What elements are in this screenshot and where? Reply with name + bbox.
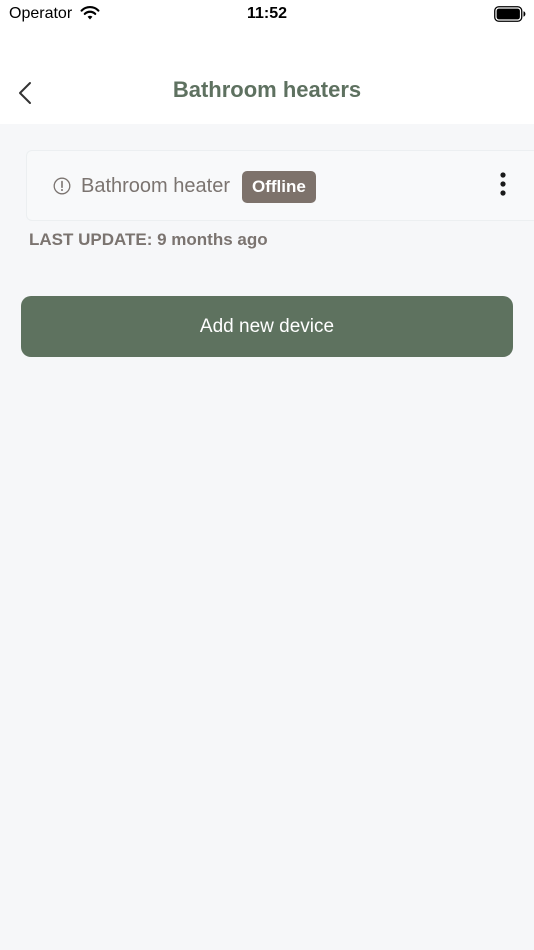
alert-circle-icon	[53, 177, 71, 195]
status-bar: Operator 11:52	[0, 0, 534, 30]
more-vertical-icon	[499, 171, 507, 202]
page-title: Bathroom heaters	[172, 77, 362, 102]
nav-bar: Bathroom heaters	[0, 30, 534, 124]
add-device-button[interactable]: Add new device	[21, 296, 513, 357]
device-card[interactable]: Bathroom heater Offline	[26, 150, 534, 221]
device-name: Bathroom heater	[81, 175, 230, 197]
last-update-text: LAST UPDATE: 9 months ago	[29, 230, 268, 249]
status-badge: Offline	[242, 171, 316, 203]
screen: Operator 11:52 Bathroom heaters Bathroom…	[0, 0, 534, 950]
device-menu-button[interactable]	[493, 171, 513, 201]
clock: 11:52	[246, 5, 288, 22]
battery-full-icon	[494, 6, 526, 22]
